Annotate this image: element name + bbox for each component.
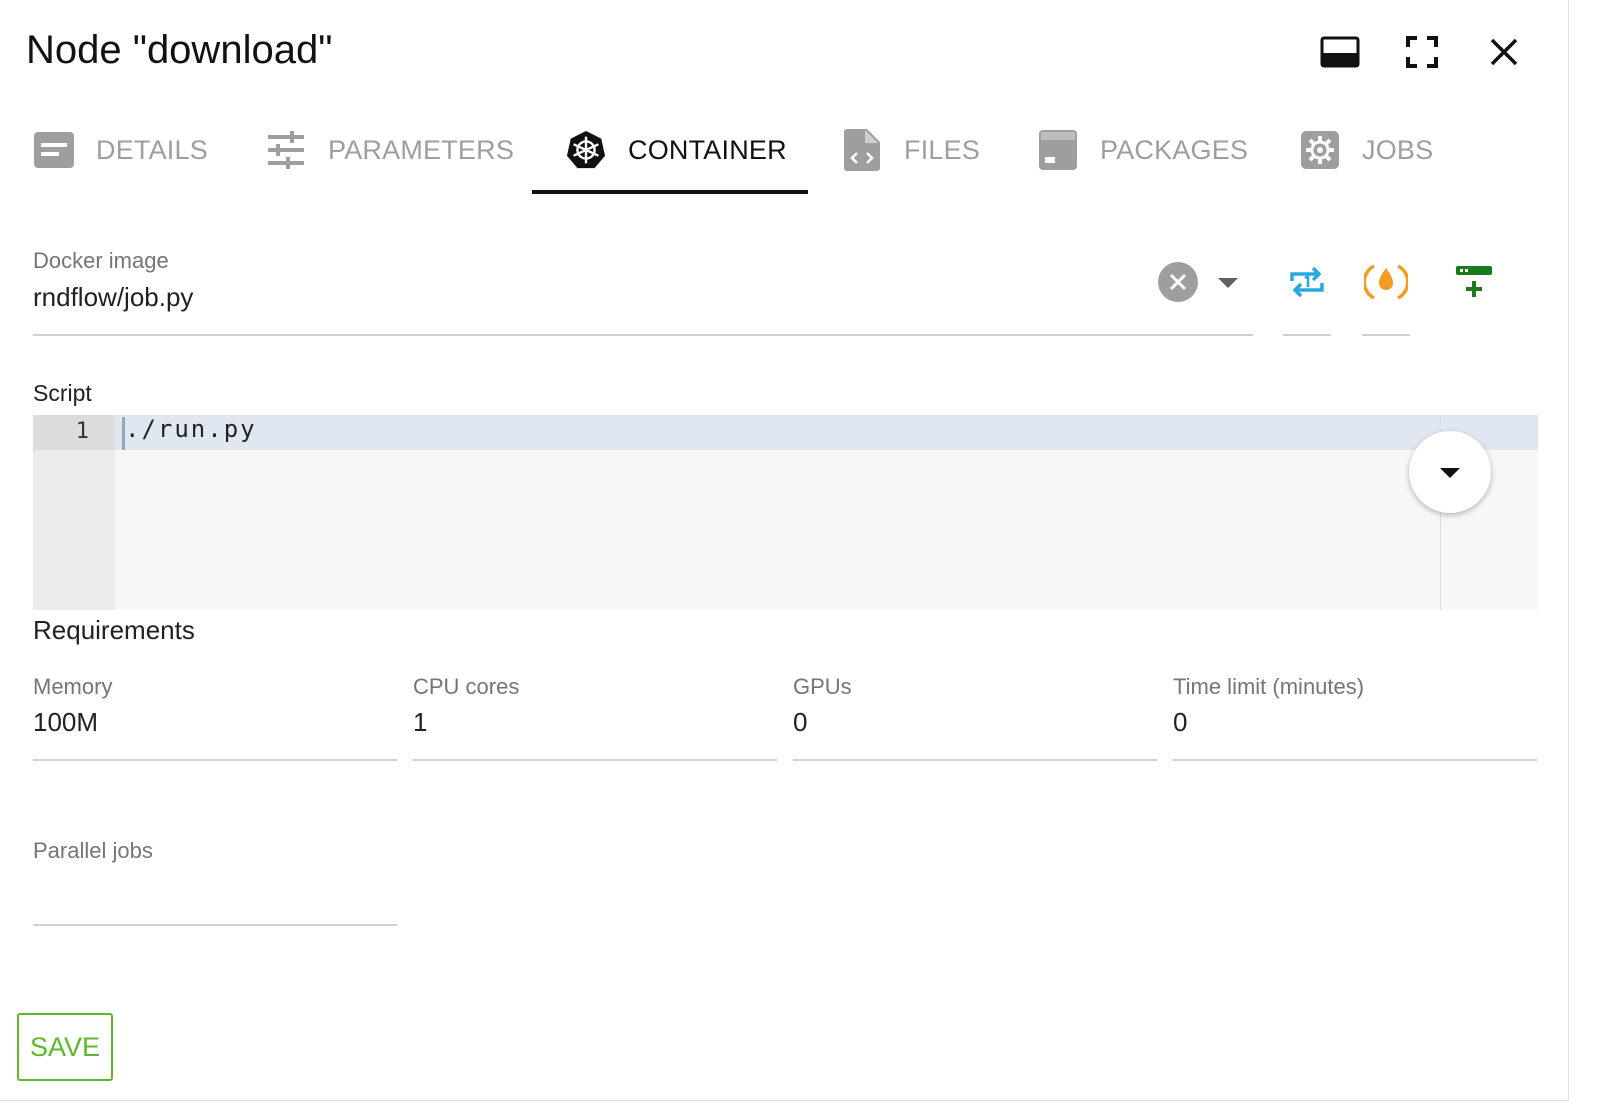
repeat-once-button[interactable] <box>1283 258 1331 306</box>
tune-icon <box>266 130 306 170</box>
pressure-button[interactable] <box>1362 258 1410 306</box>
gpus-input[interactable]: 0 <box>793 707 807 738</box>
tab-label: DETAILS <box>96 134 208 165</box>
close-button[interactable] <box>1482 30 1526 74</box>
tab-files[interactable]: FILES <box>842 110 980 190</box>
script-editor[interactable]: 1 ./run.py <box>33 415 1538 610</box>
time-limit-input[interactable]: 0 <box>1173 707 1187 738</box>
line-number: 1 <box>75 419 89 444</box>
memory-input[interactable]: 100M <box>33 707 98 738</box>
requirements-title: Requirements <box>33 615 195 645</box>
chevron-down-icon <box>1218 278 1238 288</box>
tab-details[interactable]: DETAILS <box>34 110 208 190</box>
repeat-once-underline <box>1283 334 1331 336</box>
node-dialog: Node "download" DETAILS PARAMETERS CONTA… <box>0 0 1569 1101</box>
dock-bottom-button[interactable] <box>1318 30 1362 74</box>
tab-label: FILES <box>904 134 981 165</box>
cpu-cores-label: CPU cores <box>413 674 520 699</box>
parallel-jobs-label: Parallel jobs <box>33 838 153 863</box>
dropdown-button[interactable] <box>1214 270 1242 294</box>
expand-editor-button[interactable] <box>1409 431 1491 513</box>
parallel-jobs-underline <box>33 924 397 926</box>
dock-bottom-icon <box>1320 36 1360 68</box>
repeat-one-icon <box>1290 266 1324 298</box>
tab-packages[interactable]: PACKAGES <box>1038 110 1248 190</box>
kubernetes-icon <box>566 130 606 170</box>
tab-jobs[interactable]: JOBS <box>1300 110 1433 190</box>
docker-image-underline <box>33 334 1253 336</box>
code-line[interactable]: ./run.py <box>125 415 257 443</box>
time-limit-label: Time limit (minutes) <box>1173 674 1365 699</box>
tab-bar: DETAILS PARAMETERS CONTAINER FILES PACKA… <box>0 110 1568 196</box>
docker-image-label: Docker image <box>33 248 169 273</box>
tab-parameters[interactable]: PARAMETERS <box>266 110 514 190</box>
cpu-cores-underline <box>413 759 777 761</box>
details-icon <box>34 130 74 170</box>
close-icon <box>1169 273 1187 291</box>
dialog-title: Node "download" <box>26 28 333 72</box>
tab-label: CONTAINER <box>628 134 787 165</box>
fullscreen-icon <box>1406 36 1438 68</box>
tab-label: PACKAGES <box>1100 134 1249 165</box>
package-icon <box>1038 130 1078 170</box>
time-limit-underline <box>1173 759 1537 761</box>
save-button[interactable]: SAVE <box>17 1013 113 1081</box>
pressure-underline <box>1362 334 1410 336</box>
server-plus-icon <box>1456 266 1492 297</box>
cpu-cores-input[interactable]: 1 <box>413 707 427 738</box>
clear-button[interactable] <box>1158 262 1198 302</box>
pressure-flame-icon <box>1364 264 1408 300</box>
tab-label: JOBS <box>1362 134 1434 165</box>
gpus-label: GPUs <box>793 674 852 699</box>
add-server-button[interactable] <box>1450 258 1498 306</box>
caret-down-icon <box>1440 468 1460 478</box>
active-tab-indicator <box>532 190 808 194</box>
docker-image-input[interactable]: rndflow/job.py <box>33 282 193 313</box>
file-code-icon <box>842 129 882 171</box>
gpus-underline <box>793 759 1157 761</box>
memory-underline <box>33 759 397 761</box>
close-icon <box>1490 38 1518 66</box>
gear-icon <box>1300 130 1340 170</box>
script-label: Script <box>33 380 92 406</box>
tab-label: PARAMETERS <box>328 134 515 165</box>
active-line-highlight <box>115 415 1538 450</box>
memory-label: Memory <box>33 674 113 699</box>
tab-container[interactable]: CONTAINER <box>566 110 787 190</box>
fullscreen-button[interactable] <box>1400 30 1444 74</box>
